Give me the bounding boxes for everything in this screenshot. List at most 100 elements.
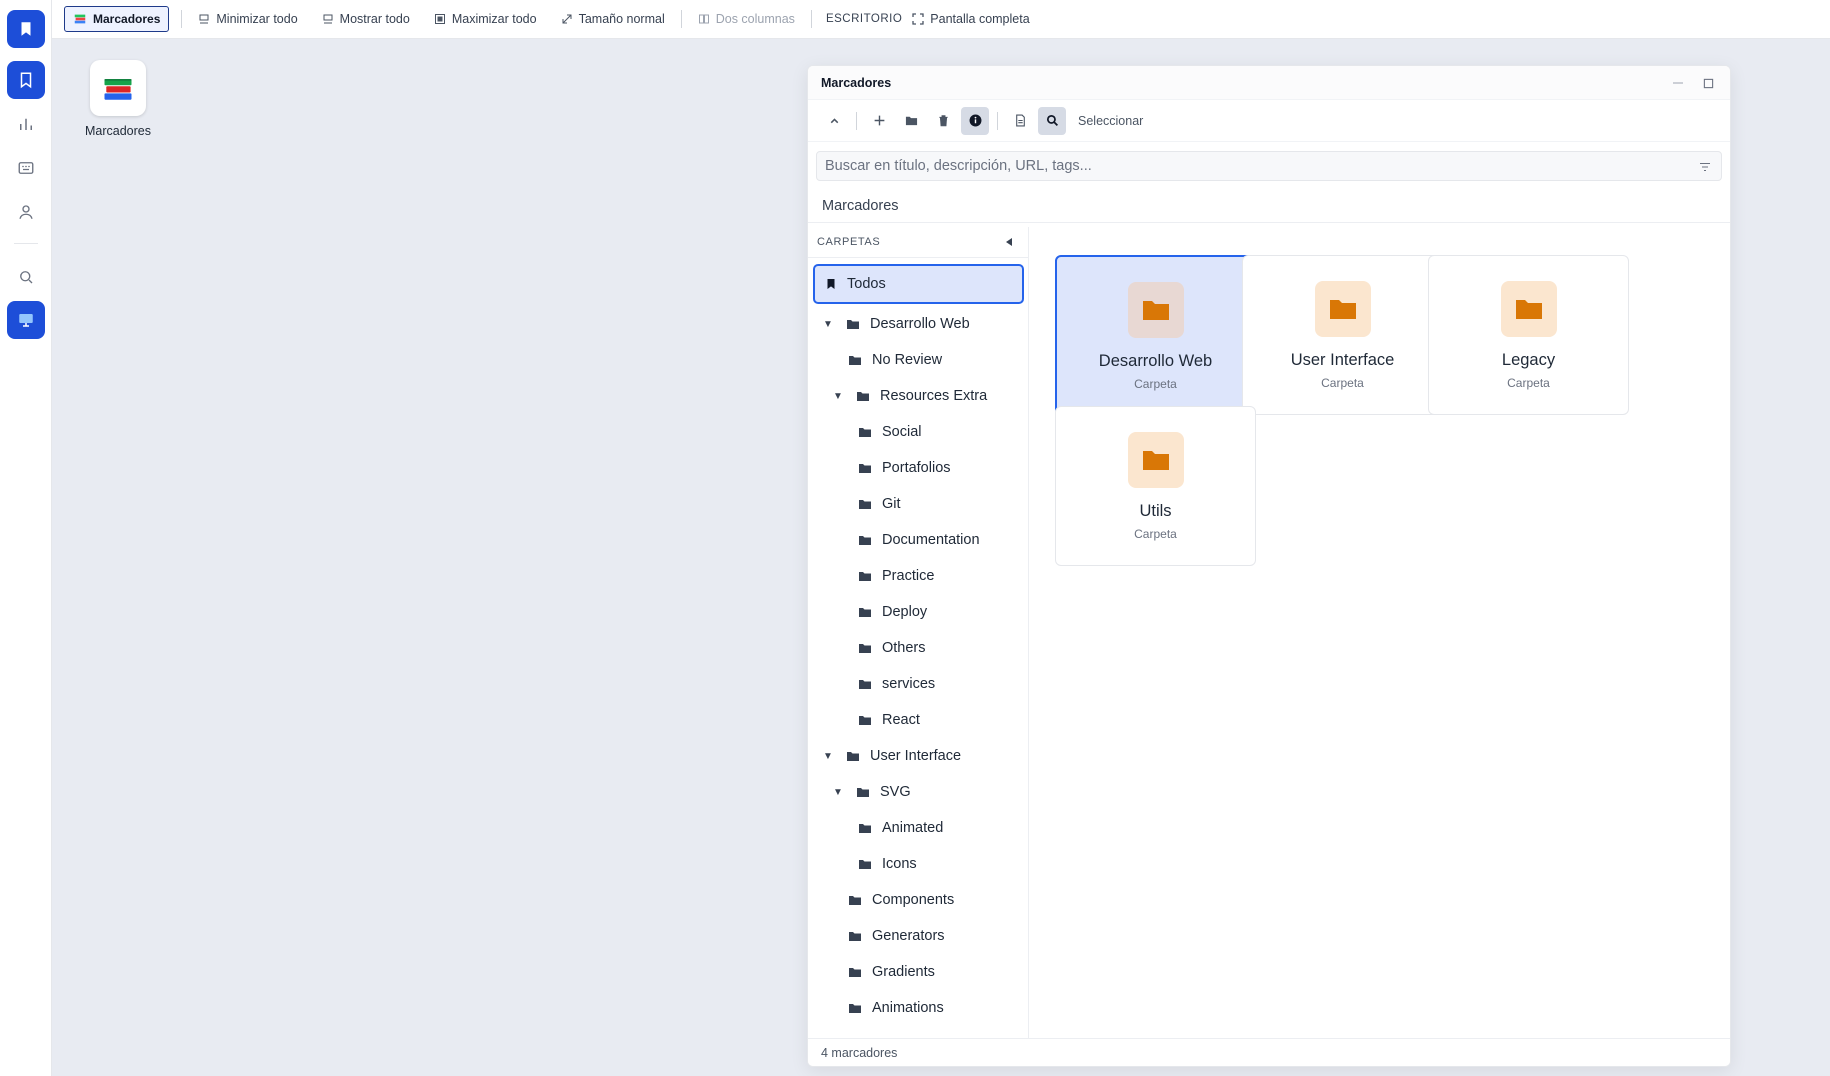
new-folder-button[interactable] — [897, 107, 925, 135]
sidebar-item-desarrollo-web[interactable]: ▼ Desarrollo Web — [808, 306, 1028, 342]
search-input[interactable] — [825, 158, 1713, 174]
sidebar-item-label: No Review — [872, 352, 943, 368]
folder-card-name: Desarrollo Web — [1098, 352, 1213, 370]
sidebar-item-deploy[interactable]: ▼Deploy — [808, 594, 1028, 630]
breadcrumb-item[interactable]: Marcadores — [822, 198, 899, 214]
sidebar-item-label: Resources Extra — [880, 388, 988, 404]
rail-stats-button[interactable] — [7, 105, 45, 143]
sidebar-item-components[interactable]: ▼Components — [808, 882, 1028, 918]
sidebar-item-others[interactable]: ▼Others — [808, 630, 1028, 666]
sidebar-item-react[interactable]: ▼React — [808, 702, 1028, 738]
search-icon — [20, 271, 33, 284]
fullscreen-button[interactable]: Pantalla completa — [908, 6, 1041, 32]
rail-divider — [14, 243, 38, 244]
folder-card-user-interface[interactable]: User Interface Carpeta — [1242, 255, 1443, 415]
sidebar-item-generators[interactable]: ▼Generators — [808, 918, 1028, 954]
window-minimize-button[interactable] — [1669, 74, 1687, 92]
add-bookmark-button[interactable] — [865, 107, 893, 135]
folder-icon — [1329, 300, 1356, 319]
sidebar-item-svg[interactable]: ▼ SVG — [808, 774, 1028, 810]
sidebar-item-social[interactable]: ▼Social — [808, 414, 1028, 450]
desktop-shortcut-tile — [90, 60, 146, 116]
sidebar-item-animations[interactable]: ▼Animations — [808, 990, 1028, 1026]
sidebar-item-services[interactable]: ▼services — [808, 666, 1028, 702]
folder-card-desarrollo-web[interactable]: Desarrollo Web Carpeta — [1055, 255, 1256, 415]
desktop-shortcut-marcadores[interactable]: Marcadores — [78, 60, 158, 138]
resize-icon — [562, 14, 572, 24]
two-columns-button[interactable]: Dos columnas — [686, 6, 807, 32]
sidebar-item-practice[interactable]: ▼Practice — [808, 558, 1028, 594]
sidebar-item-animated[interactable]: ▼Animated — [808, 810, 1028, 846]
sidebar-item-git[interactable]: ▼Git — [808, 486, 1028, 522]
toolbar-divider — [680, 10, 682, 28]
folder-icon — [859, 536, 871, 545]
window-title: Marcadores — [821, 75, 892, 90]
sidebar-item-portafolios[interactable]: ▼Portafolios — [808, 450, 1028, 486]
document-icon — [1015, 114, 1025, 127]
folder-icon — [857, 788, 869, 797]
chevron-up-icon — [830, 118, 838, 124]
sidebar-item-gradients[interactable]: ▼Gradients — [808, 954, 1028, 990]
folder-card-name: Legacy — [1501, 351, 1556, 369]
folder-card-utils[interactable]: Utils Carpeta — [1055, 406, 1256, 566]
window-maximize-button[interactable] — [1699, 74, 1717, 92]
folder-card-type: Carpeta — [1507, 376, 1550, 390]
rail-bookmarks-button[interactable] — [7, 10, 45, 48]
folder-icon — [859, 464, 871, 473]
sidebar-item-documentation[interactable]: ▼Documentation — [808, 522, 1028, 558]
maximize-all-button[interactable]: Maximizar todo — [422, 6, 549, 32]
select-mode-button[interactable]: Seleccionar — [1078, 114, 1143, 128]
sidebar-item-label: Gradients — [872, 964, 935, 980]
sidebar-item-no-review[interactable]: ▼No Review — [808, 342, 1028, 378]
info-toggle-button[interactable] — [961, 106, 989, 135]
maximize-all-icon — [434, 14, 445, 24]
sidebar-item-label: services — [882, 676, 936, 692]
sidebar-item-label: Animated — [882, 820, 944, 836]
delete-button[interactable] — [929, 107, 957, 135]
show-all-label: Mostrar todo — [339, 12, 410, 26]
expand-toggle-icon[interactable]: ▼ — [832, 391, 844, 402]
sidebar-item-resources-extra[interactable]: ▼ Resources Extra — [808, 378, 1028, 414]
books-icon — [104, 79, 132, 100]
folders-sidebar: CARPETAS Todos▼Desarrollo Web▼No Review▼… — [808, 227, 1029, 1038]
normal-size-button[interactable]: Tamaño normal — [549, 6, 677, 32]
folder-icon — [847, 320, 859, 329]
expand-toggle-icon[interactable]: ▼ — [822, 751, 834, 762]
rail-user-button[interactable] — [7, 193, 45, 231]
sidebar-item-label: Deploy — [882, 604, 928, 620]
window-content: CARPETAS Todos▼Desarrollo Web▼No Review▼… — [808, 227, 1730, 1038]
toolbar-divider — [181, 10, 183, 28]
collapse-sidebar-icon[interactable] — [1004, 237, 1014, 247]
folder-icon — [859, 572, 871, 581]
folder-card-type: Carpeta — [1134, 527, 1177, 541]
taskbar-app-marcadores[interactable]: Marcadores — [64, 6, 170, 32]
rail-keyboard-button[interactable] — [7, 149, 45, 187]
minimize-all-label: Minimizar todo — [216, 12, 298, 26]
expand-toggle-icon[interactable]: ▼ — [832, 787, 844, 798]
folder-icon — [859, 428, 871, 437]
folder-icon — [905, 116, 917, 126]
folder-card-legacy[interactable]: Legacy Carpeta — [1428, 255, 1629, 415]
details-view-button[interactable] — [1006, 107, 1034, 135]
window-titlebar[interactable]: Marcadores — [808, 66, 1730, 100]
sidebar-item-todos[interactable]: Todos — [813, 264, 1024, 304]
show-all-icon — [323, 14, 333, 24]
folder-icon — [859, 644, 871, 653]
sidebar-item-label: Generators — [872, 928, 945, 944]
sidebar-item-user-interface[interactable]: ▼ User Interface — [808, 738, 1028, 774]
search-toggle-button[interactable] — [1038, 106, 1066, 135]
minimize-all-button[interactable]: Minimizar todo — [186, 6, 309, 32]
taskbar-app-label: Marcadores — [93, 12, 161, 26]
maximize-all-label: Maximizar todo — [451, 12, 537, 26]
folder-card-icon-wrap — [1500, 281, 1557, 337]
go-up-button[interactable] — [820, 107, 848, 135]
rail-search-button[interactable] — [7, 258, 45, 296]
sidebar-item-label: Icons — [882, 856, 917, 872]
sidebar-item-icons[interactable]: ▼Icons — [808, 846, 1028, 882]
rail-bookmarks-outline-button[interactable] — [7, 61, 45, 99]
minimize-icon — [1673, 82, 1683, 84]
show-all-button[interactable]: Mostrar todo — [310, 6, 422, 32]
filter-icon[interactable] — [1699, 161, 1711, 173]
rail-desktop-button[interactable] — [7, 301, 45, 339]
expand-toggle-icon[interactable]: ▼ — [822, 319, 834, 330]
